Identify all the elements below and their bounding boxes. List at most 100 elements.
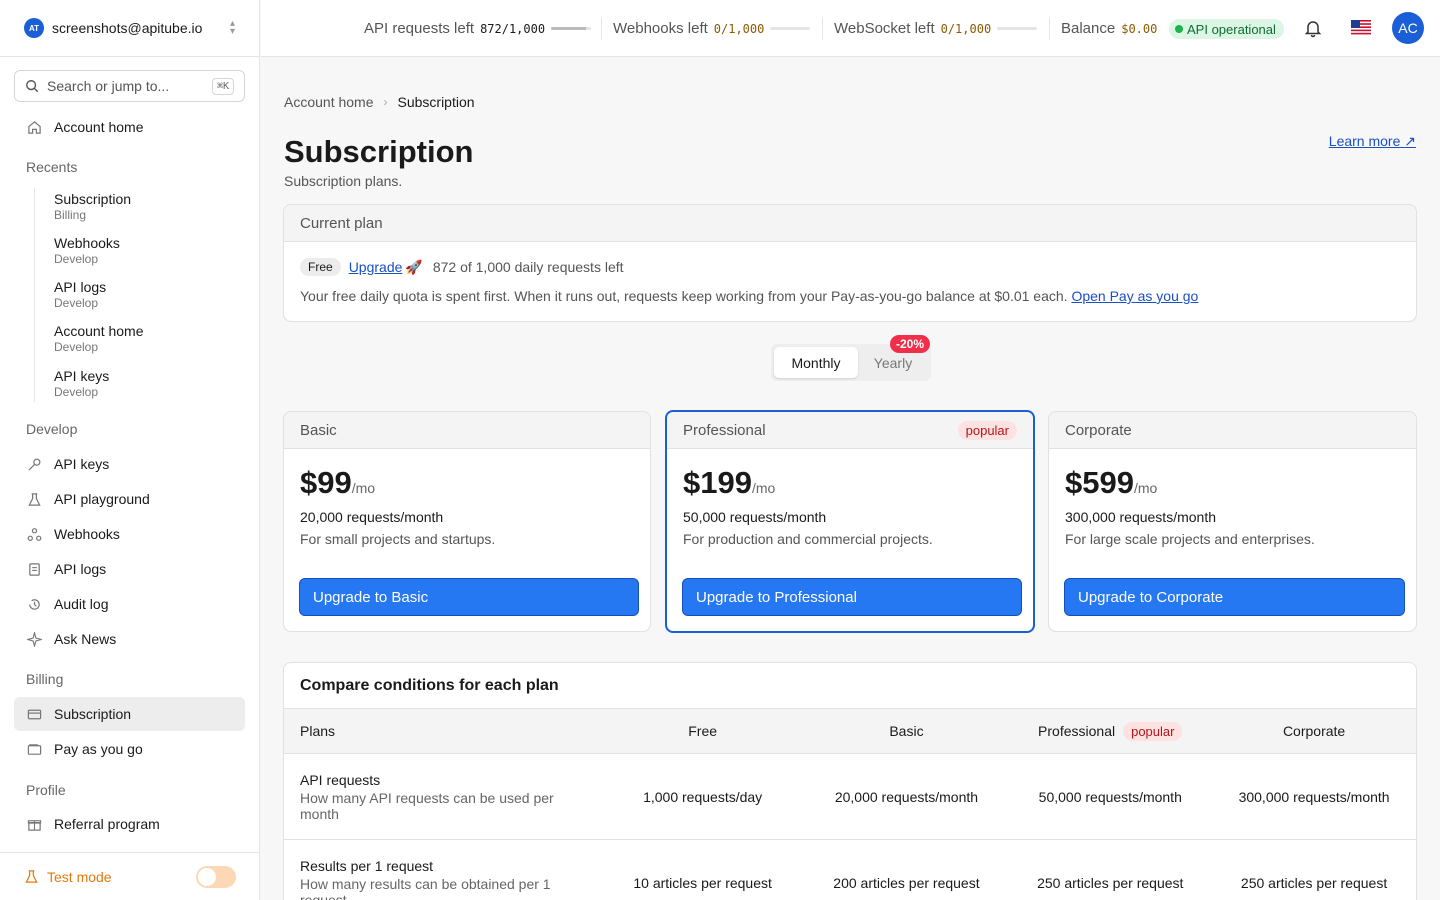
avatar[interactable]: AC (1392, 12, 1424, 44)
plan-name: Corporate (1065, 421, 1132, 439)
table-row: Results per 1 request How many results ca… (284, 840, 1416, 900)
column-header: Plans (300, 723, 336, 739)
price-period: /mo (1133, 480, 1158, 496)
upgrade-to-basic-button[interactable]: Upgrade to Basic (299, 578, 639, 616)
us-flag-icon[interactable] (1351, 20, 1371, 36)
upgrade-link[interactable]: Upgrade (349, 259, 403, 275)
sidebar-item-label: Account home (54, 119, 144, 135)
stat-label: API requests left (364, 20, 475, 37)
sidebar-item-api-keys[interactable]: API keys (14, 447, 245, 481)
sidebar-item-audit-log[interactable]: Audit log (14, 587, 245, 621)
sidebar-item-label: Webhooks (54, 526, 120, 542)
table-cell: 50,000 requests/month (1038, 788, 1182, 805)
sidebar-item-label: API playground (54, 491, 150, 507)
table-cell: 250 articles per request (1240, 874, 1388, 891)
sparkle-icon (26, 631, 42, 647)
bell-icon[interactable] (1303, 18, 1323, 38)
page-subtitle: Subscription plans. (284, 173, 403, 189)
sidebar-item-subscription[interactable]: Subscription (14, 697, 245, 731)
recent-title: Account home (54, 323, 144, 339)
compare-plans-table: Compare conditions for each plan Plans F… (283, 662, 1417, 900)
usage-bar-fill (551, 27, 586, 30)
quota-text: 872 of 1,000 daily requests left (432, 259, 624, 275)
plan-name: Professional (683, 421, 766, 439)
table-cell: 10 articles per request (633, 874, 772, 891)
recent-subtitle: Develop (54, 385, 99, 399)
sidebar-item-label: API keys (54, 456, 110, 472)
test-mode-bar: Test mode (0, 852, 260, 900)
page-title: Subscription (284, 134, 474, 169)
gift-icon (26, 816, 42, 832)
recent-item[interactable]: API logs Develop (54, 279, 106, 310)
recent-item[interactable]: API keys Develop (54, 368, 109, 399)
row-title: API requests (300, 771, 381, 788)
card-body: Free Upgrade 🚀 872 of 1,000 daily reques… (284, 241, 1416, 321)
plan-description: For large scale projects and enterprises… (1065, 531, 1315, 547)
table-cell: 300,000 requests/month (1238, 788, 1390, 805)
divider (822, 18, 823, 40)
upgrade-to-professional-button[interactable]: Upgrade to Professional (682, 578, 1022, 616)
sidebar-item-referral-program[interactable]: Referral program (14, 807, 245, 841)
account-switcher[interactable]: AT screenshots@apitube.io ▴ ▾ (0, 0, 259, 57)
row-description: How many API requests can be used per mo… (300, 789, 554, 822)
api-status-badge[interactable]: API operational (1169, 19, 1284, 39)
sidebar-item-api-logs[interactable]: API logs (14, 552, 245, 586)
sidebar-item-api-playground[interactable]: API playground (14, 482, 245, 516)
plan-card-corporate: Corporate $599/mo 300,000 requests/month… (1048, 411, 1417, 632)
plan-name: Basic (300, 421, 337, 439)
section-label-billing: Billing (26, 671, 64, 687)
sidebar-item-label: Pay as you go (54, 741, 143, 757)
card-body: $199/mo 50,000 requests/month For produc… (667, 448, 1033, 631)
recent-subtitle: Billing (54, 208, 87, 222)
sidebar-item-ask-news[interactable]: Ask News (14, 622, 245, 656)
section-label-develop: Develop (26, 421, 78, 437)
rocket-icon: 🚀 (405, 258, 423, 275)
search-shortcut: ⌘K (211, 77, 234, 95)
sidebar-item-label: Ask News (54, 631, 117, 647)
quota-note: Your free daily quota is spent first. Wh… (300, 288, 1068, 304)
usage-bar (997, 27, 1038, 30)
plan-description: For small projects and startups. (300, 531, 496, 547)
upgrade-to-corporate-button[interactable]: Upgrade to Corporate (1064, 578, 1405, 616)
open-pay-as-you-go-link[interactable]: Open Pay as you go (1071, 288, 1198, 304)
flask-icon (26, 491, 42, 507)
plan-badge: Free (300, 258, 341, 276)
balance-stat: Balance $0.00 (1061, 0, 1157, 57)
test-mode-label: Test mode (47, 868, 112, 885)
webhook-icon (26, 526, 42, 542)
plan-price: $599 (1065, 465, 1134, 500)
recent-item[interactable]: Webhooks Develop (54, 235, 120, 266)
breadcrumb-item[interactable]: Account home (284, 94, 374, 110)
stat-label: WebSocket left (834, 20, 935, 37)
divider (1049, 18, 1050, 40)
learn-more-link[interactable]: Learn more ↗ (1329, 133, 1416, 150)
plan-card-professional: Professional popular $199/mo 50,000 requ… (665, 410, 1035, 633)
table-cell: 250 articles per request (1037, 874, 1184, 891)
sidebar-item-label: Referral program (54, 816, 160, 832)
flask-icon (25, 870, 38, 883)
websocket-stat: WebSocket left 0/1,000 (834, 0, 1038, 57)
card-body: $99/mo 20,000 requests/month For small p… (284, 448, 650, 631)
plan-price: $99 (300, 465, 352, 500)
sidebar-item-webhooks[interactable]: Webhooks (14, 517, 245, 551)
table-cell: 200 articles per request (833, 874, 980, 891)
sidebar-item-pay-as-you-go[interactable]: Pay as you go (14, 732, 245, 766)
sidebar-item-account-home[interactable]: Account home (14, 110, 245, 144)
recent-item[interactable]: Subscription Billing (54, 191, 131, 222)
recent-title: Subscription (54, 191, 132, 207)
recent-item[interactable]: Account home Develop (54, 323, 144, 354)
sidebar-item-label: Subscription (54, 706, 132, 722)
monthly-option[interactable]: Monthly (774, 347, 858, 378)
account-email: screenshots@apitube.io (52, 20, 203, 36)
price-period: /mo (751, 480, 776, 496)
card-heading: Current plan (300, 214, 383, 232)
card-head: Professional popular (667, 412, 1033, 448)
stat-value: 872/1,000 (480, 21, 546, 36)
stat-value: 0/1,000 (713, 21, 765, 36)
table-cell: 1,000 requests/day (643, 788, 763, 805)
api-requests-stat: API requests left 872/1,000 (364, 0, 592, 57)
price-period: /mo (351, 480, 376, 496)
search-input[interactable]: Search or jump to... ⌘K (14, 70, 245, 102)
recent-subtitle: Develop (54, 296, 99, 310)
test-mode-toggle[interactable] (196, 865, 236, 888)
